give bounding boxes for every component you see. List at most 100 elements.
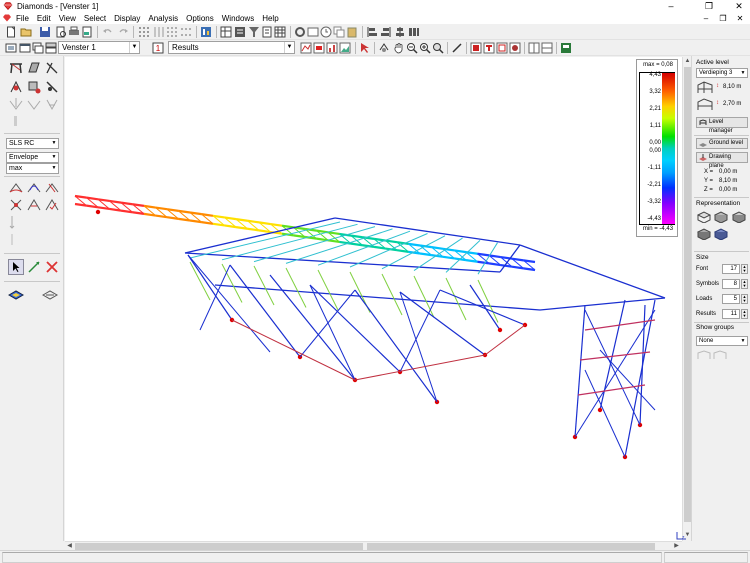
horizontal-scroll-thumb-left[interactable] [75, 543, 363, 550]
grid-table-icon[interactable] [274, 26, 286, 38]
render-section-icon[interactable] [483, 42, 495, 54]
model-canvas[interactable] [65, 57, 682, 541]
column[interactable] [469, 284, 501, 331]
load-point-icon[interactable] [8, 97, 24, 113]
close-button[interactable]: ✕ [728, 0, 750, 12]
active-level-combo[interactable]: Verdieping 3 ▼ [696, 68, 748, 78]
report-icon[interactable] [261, 26, 273, 38]
render-colored-icon[interactable] [714, 227, 728, 240]
window-cascade-icon[interactable] [541, 42, 553, 54]
roof-beam[interactable] [519, 244, 666, 299]
profile-icon[interactable] [44, 60, 60, 76]
ring-beam[interactable] [354, 354, 486, 381]
menu-display[interactable]: Display [114, 14, 140, 23]
size-loads-input[interactable]: 5 [722, 294, 740, 304]
render-frame-icon[interactable] [496, 42, 508, 54]
chevron-down-icon[interactable]: ▼ [739, 69, 747, 77]
roof-rafter[interactable] [381, 273, 403, 316]
size-results-stepper[interactable]: ▲ ▼ [741, 309, 748, 319]
horizontal-scroll-thumb-right[interactable] [367, 543, 655, 550]
roof-purlin[interactable] [477, 242, 498, 275]
size-symbols-input[interactable]: 8 [722, 279, 740, 289]
chart-icon[interactable] [326, 42, 338, 54]
support-node[interactable] [597, 407, 603, 413]
chevron-down-icon[interactable]: ▼ [50, 153, 58, 162]
zoom-extent-icon[interactable] [432, 42, 444, 54]
vertical-scroll-thumb[interactable] [684, 67, 691, 522]
diagram-icon[interactable] [300, 42, 312, 54]
brace[interactable] [187, 254, 271, 353]
stress-icon[interactable] [26, 197, 42, 213]
view-layers-icon[interactable] [32, 42, 44, 54]
clock-icon[interactable] [320, 26, 332, 38]
brace[interactable] [584, 369, 626, 458]
pdf-icon[interactable] [313, 42, 325, 54]
select-pointer-icon[interactable] [359, 42, 371, 54]
size-font-stepper[interactable]: ▲ ▼ [741, 264, 748, 274]
zoom-out-icon[interactable] [406, 42, 418, 54]
minimize-button[interactable]: – [660, 0, 682, 12]
chevron-down-icon[interactable]: ▼ [50, 164, 58, 173]
chevron-down-icon[interactable]: ▼ [129, 42, 139, 53]
settings-icon[interactable] [294, 26, 306, 38]
view-frame-icon[interactable] [5, 42, 17, 54]
export-icon[interactable] [81, 26, 93, 38]
column[interactable] [639, 304, 646, 426]
vertical-line-icon[interactable] [8, 231, 24, 247]
plane-view-icon[interactable] [42, 286, 58, 302]
menu-help[interactable]: Help [262, 14, 278, 23]
render-hidden-icon[interactable] [714, 210, 728, 223]
column[interactable] [187, 254, 233, 321]
structure-3d-model[interactable] [65, 57, 682, 541]
grid-columns-icon[interactable] [153, 26, 165, 38]
view-stack-icon[interactable] [45, 42, 57, 54]
roof-beam[interactable] [334, 217, 521, 246]
ring-beam[interactable] [484, 324, 526, 356]
hinge-icon[interactable] [44, 79, 60, 95]
distribute-icon[interactable] [408, 26, 420, 38]
table-icon[interactable] [220, 26, 232, 38]
roof-rafter[interactable] [413, 275, 435, 318]
load-surface-icon[interactable] [44, 97, 60, 113]
brace[interactable] [599, 349, 656, 411]
image-icon[interactable] [339, 42, 351, 54]
render-shaded-icon[interactable] [732, 210, 746, 223]
maximize-button[interactable]: ❐ [698, 0, 720, 12]
level-manager-button[interactable]: Level manager [696, 117, 748, 134]
menu-view[interactable]: View [59, 14, 76, 23]
new-icon[interactable] [5, 26, 17, 38]
mdi-close-button[interactable]: ✕ [734, 12, 746, 24]
results-icon[interactable]: 1 [152, 42, 164, 54]
roof-rafter[interactable] [253, 265, 275, 306]
grid-dots-icon[interactable] [166, 26, 178, 38]
select-line-icon[interactable] [26, 259, 42, 275]
support-icon[interactable] [26, 79, 42, 95]
load-combination-combo[interactable]: SLS RC ▼ [6, 138, 59, 149]
open-icon[interactable] [20, 26, 32, 38]
tower-beam[interactable] [577, 384, 646, 396]
reaction-icon[interactable] [8, 214, 24, 230]
column[interactable] [229, 264, 301, 358]
calculate-icon[interactable] [200, 26, 212, 38]
chevron-down-icon[interactable]: ▼ [50, 139, 58, 148]
list-icon[interactable] [234, 26, 246, 38]
print-preview-icon[interactable] [55, 26, 67, 38]
paste-icon[interactable] [346, 26, 358, 38]
deselect-cross-icon[interactable] [44, 259, 60, 275]
roof-rafter[interactable] [189, 261, 211, 301]
window-select-combo[interactable]: Venster 1 ▼ [58, 41, 140, 54]
load-line-icon[interactable] [26, 97, 42, 113]
axial-force-icon[interactable] [8, 197, 24, 213]
column[interactable] [574, 304, 586, 438]
render-red-icon[interactable] [470, 42, 482, 54]
copy-icon[interactable] [333, 26, 345, 38]
shear-icon[interactable] [44, 180, 60, 196]
save-icon[interactable] [39, 26, 51, 38]
horizontal-scrollbar[interactable]: ◀ ▶ [65, 541, 682, 550]
measure-icon[interactable] [451, 42, 463, 54]
unity-check-icon[interactable] [44, 197, 60, 213]
results-combo[interactable]: Results ▼ [168, 41, 295, 54]
vertical-scrollbar[interactable]: ▲ ▼ [682, 57, 691, 541]
support-node[interactable] [497, 327, 503, 333]
node-icon[interactable] [8, 79, 24, 95]
